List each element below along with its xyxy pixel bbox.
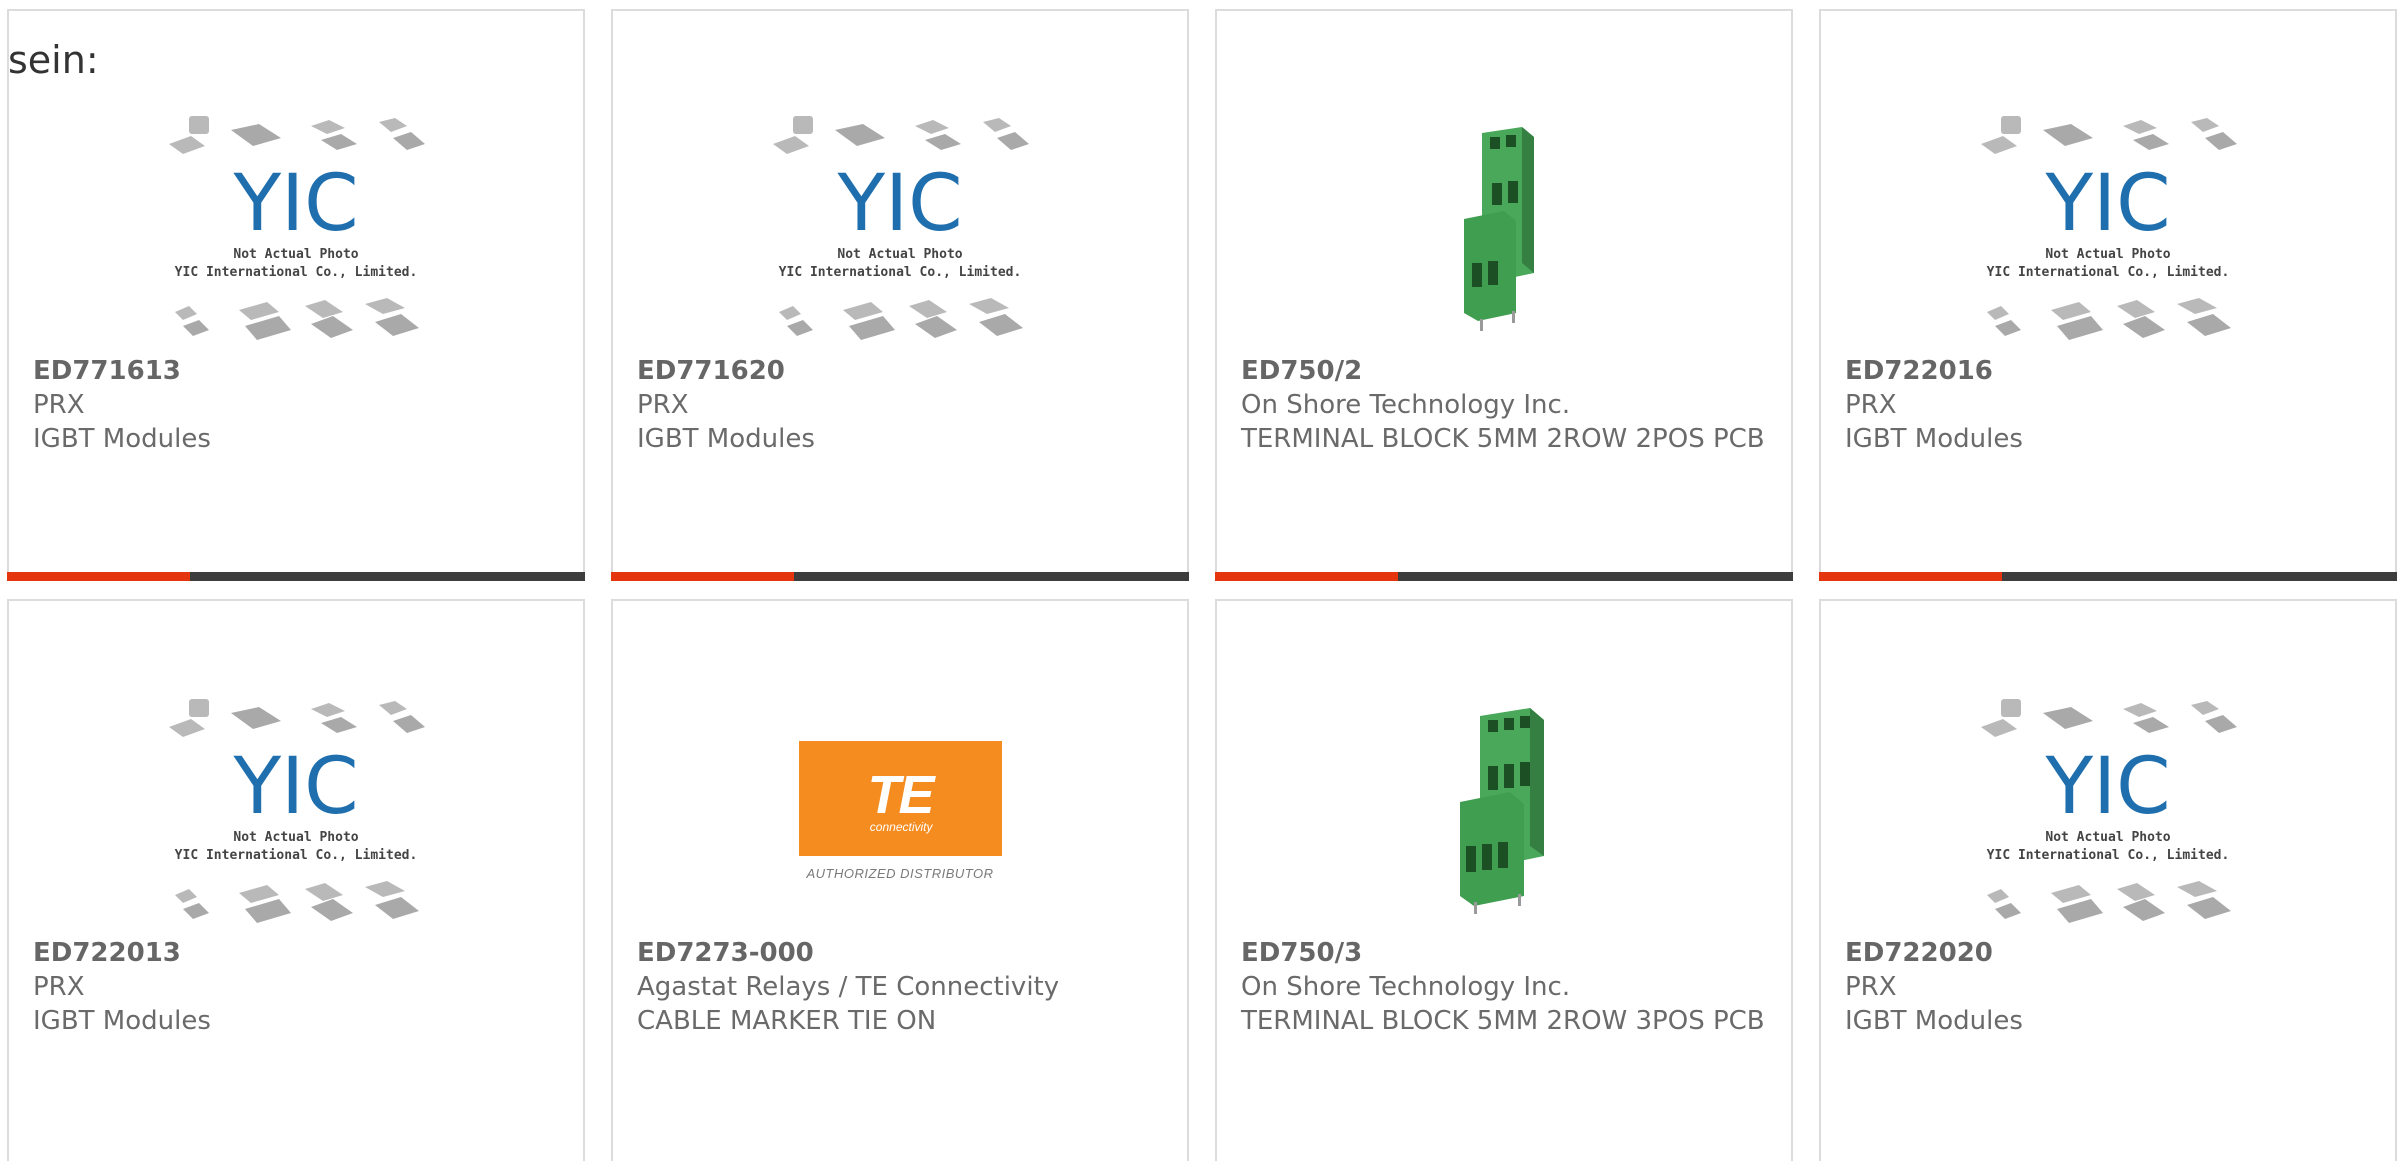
yic-placeholder-icon: YIC Not Actual Photo YIC International C… xyxy=(169,699,425,923)
product-image[interactable]: YIC Not Actual Photo YIC International C… xyxy=(1821,681,2395,941)
svg-text:Not Actual Photo: Not Actual Photo xyxy=(233,830,358,845)
svg-text:YIC: YIC xyxy=(232,159,358,249)
product-card[interactable]: YIC Not Actual Photo YIC International C… xyxy=(7,599,585,1161)
terminal-block-3pos-icon xyxy=(1414,706,1594,916)
manufacturer: PRX xyxy=(637,390,689,420)
te-connectivity-logo: TE connectivity AUTHORIZED DISTRIBUTOR xyxy=(798,741,1002,881)
product-meta: ED722013 PRX IGBT Modules xyxy=(33,936,563,1038)
product-grid-page: sein: YIC Not Actual Photo YIC Internati… xyxy=(0,0,2400,1161)
part-number[interactable]: ED771613 xyxy=(33,354,563,388)
description: TERMINAL BLOCK 5MM 2ROW 3POS PCB xyxy=(1241,1006,1765,1036)
manufacturer: On Shore Technology Inc. xyxy=(1241,972,1571,1002)
product-card[interactable]: YIC Not Actual Photo YIC International C… xyxy=(1819,9,2397,581)
product-image[interactable]: YIC Not Actual Photo YIC International C… xyxy=(9,681,583,941)
manufacturer: On Shore Technology Inc. xyxy=(1241,390,1571,420)
product-card[interactable]: ED750/2 On Shore Technology Inc. TERMINA… xyxy=(1215,9,1793,581)
part-number[interactable]: ED722020 xyxy=(1845,936,2375,970)
product-card[interactable]: YIC Not Actual Photo YIC International C… xyxy=(611,9,1189,581)
product-meta: ED750/3 On Shore Technology Inc. TERMINA… xyxy=(1241,936,1771,1038)
svg-text:YIC: YIC xyxy=(836,159,962,249)
svg-text:YIC International Co., Limited: YIC International Co., Limited. xyxy=(1987,265,2230,280)
svg-text:YIC: YIC xyxy=(232,742,358,832)
manufacturer: Agastat Relays / TE Connectivity xyxy=(637,972,1060,1002)
svg-text:YIC: YIC xyxy=(2044,742,2170,832)
svg-text:Not Actual Photo: Not Actual Photo xyxy=(2045,247,2170,262)
part-number[interactable]: ED722013 xyxy=(33,936,563,970)
product-meta: ED771620 PRX IGBT Modules xyxy=(637,354,1167,456)
te-sub: connectivity xyxy=(869,819,933,834)
svg-text:YIC International Co., Limited: YIC International Co., Limited. xyxy=(175,848,418,863)
part-number[interactable]: ED722016 xyxy=(1845,354,2375,388)
manufacturer: PRX xyxy=(1845,972,1897,1002)
yic-placeholder-icon: YIC Not Actual Photo YIC International C… xyxy=(773,116,1029,340)
description: CABLE MARKER TIE ON xyxy=(637,1006,937,1036)
product-image[interactable]: YIC Not Actual Photo YIC International C… xyxy=(9,99,583,357)
description: IGBT Modules xyxy=(33,424,211,454)
manufacturer: PRX xyxy=(33,972,85,1002)
product-card[interactable]: TE connectivity AUTHORIZED DISTRIBUTOR E… xyxy=(611,599,1189,1161)
card-footer-bar xyxy=(1215,572,1793,581)
card-footer-bar xyxy=(1819,572,2397,581)
part-number[interactable]: ED750/3 xyxy=(1241,936,1771,970)
product-image[interactable]: YIC Not Actual Photo YIC International C… xyxy=(613,99,1187,357)
svg-text:Not Actual Photo: Not Actual Photo xyxy=(837,247,962,262)
svg-text:YIC International Co., Limited: YIC International Co., Limited. xyxy=(175,265,418,280)
part-number[interactable]: ED7273-000 xyxy=(637,936,1167,970)
description: IGBT Modules xyxy=(1845,1006,2023,1036)
manufacturer: PRX xyxy=(1845,390,1897,420)
part-number[interactable]: ED771620 xyxy=(637,354,1167,388)
description: IGBT Modules xyxy=(33,1006,211,1036)
product-image[interactable] xyxy=(1217,681,1791,941)
te-distributor: AUTHORIZED DISTRIBUTOR xyxy=(806,866,994,881)
svg-text:YIC: YIC xyxy=(2044,159,2170,249)
product-meta: ED722020 PRX IGBT Modules xyxy=(1845,936,2375,1038)
product-meta: ED750/2 On Shore Technology Inc. TERMINA… xyxy=(1241,354,1771,456)
card-footer-bar xyxy=(7,572,585,581)
product-meta: ED722016 PRX IGBT Modules xyxy=(1845,354,2375,456)
product-card[interactable]: ED750/3 On Shore Technology Inc. TERMINA… xyxy=(1215,599,1793,1161)
svg-text:Not Actual Photo: Not Actual Photo xyxy=(2045,830,2170,845)
description: IGBT Modules xyxy=(637,424,815,454)
description: IGBT Modules xyxy=(1845,424,2023,454)
product-image[interactable] xyxy=(1217,99,1791,357)
description: TERMINAL BLOCK 5MM 2ROW 2POS PCB xyxy=(1241,424,1765,454)
manufacturer: PRX xyxy=(33,390,85,420)
yic-placeholder-icon: YIC Not Actual Photo YIC International C… xyxy=(1981,116,2237,340)
product-meta: ED771613 PRX IGBT Modules xyxy=(33,354,563,456)
product-card[interactable]: YIC Not Actual Photo YIC International C… xyxy=(1819,599,2397,1161)
product-card[interactable]: YIC Not Actual Photo YIC International C… xyxy=(7,9,585,581)
part-number[interactable]: ED750/2 xyxy=(1241,354,1771,388)
svg-text:YIC International Co., Limited: YIC International Co., Limited. xyxy=(779,265,1022,280)
yic-placeholder-icon: YIC Not Actual Photo YIC International C… xyxy=(1981,699,2237,923)
product-image[interactable]: TE connectivity AUTHORIZED DISTRIBUTOR xyxy=(613,681,1187,941)
leading-text: sein: xyxy=(8,38,99,82)
product-meta: ED7273-000 Agastat Relays / TE Connectiv… xyxy=(637,936,1167,1038)
product-image[interactable]: YIC Not Actual Photo YIC International C… xyxy=(1821,99,2395,357)
yic-placeholder-icon: YIC Not Actual Photo YIC International C… xyxy=(169,116,425,340)
svg-text:YIC International Co., Limited: YIC International Co., Limited. xyxy=(1987,848,2230,863)
terminal-block-2pos-icon xyxy=(1414,123,1594,333)
card-footer-bar xyxy=(611,572,1189,581)
svg-text:Not Actual Photo: Not Actual Photo xyxy=(233,247,358,262)
te-brand: TE xyxy=(867,764,934,825)
